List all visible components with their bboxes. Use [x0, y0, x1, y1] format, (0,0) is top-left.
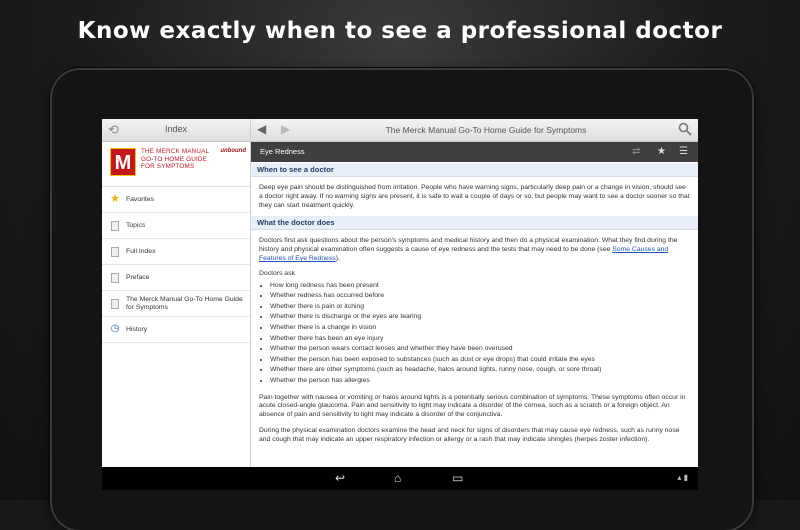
sort-list-icon[interactable]: ☰: [679, 146, 688, 157]
book-title: The Merck Manual Go-To Home Guide for Sy…: [385, 125, 587, 135]
recent-apps-icon[interactable]: ▭: [452, 471, 463, 485]
topic-title: Eye Redness: [260, 147, 305, 156]
when-paragraph: Deep eye pain should be distinguished fr…: [259, 184, 690, 209]
list-item: Whether there is pain or itching: [270, 302, 698, 313]
page-icon: [110, 297, 120, 309]
app-screen: ⟲ Index M THE MERCK MANUAL GO-TO HOME GU…: [102, 119, 698, 490]
index-title: Index: [164, 124, 188, 134]
page-icon: [110, 245, 120, 257]
back-nav-icon[interactable]: ↩: [335, 471, 345, 485]
brand-banner: M THE MERCK MANUAL GO-TO HOME GUIDE FOR …: [102, 142, 250, 187]
section-heading-what: What the doctor does: [251, 216, 698, 231]
publisher-logo: unbound: [220, 148, 246, 154]
brand-text: THE MERCK MANUAL GO-TO HOME GUIDE FOR SY…: [141, 148, 210, 171]
list-item: Whether redness has occurred before: [270, 291, 698, 302]
nav-item-history[interactable]: ◷ History: [102, 317, 250, 343]
forward-arrow-icon[interactable]: ▶: [281, 122, 290, 136]
favorite-star-icon[interactable]: ★: [657, 146, 666, 157]
doctors-ask-label: Doctors ask: [259, 269, 295, 277]
system-nav-bar: ↩ ⌂ ▭ ▴ ▮: [102, 467, 698, 490]
what-text-end: ).: [335, 254, 340, 262]
list-item: Whether there is a change in vision: [270, 323, 698, 334]
index-pane: ⟲ Index M THE MERCK MANUAL GO-TO HOME GU…: [102, 119, 251, 467]
link-icon[interactable]: ⇄: [632, 146, 640, 157]
list-item: Whether there is discharge or the eyes a…: [270, 312, 698, 323]
page-icon: [110, 219, 120, 231]
nav-item-full-index[interactable]: Full Index: [102, 239, 250, 265]
nav-item-label: The Merck Manual Go-To Home Guide for Sy…: [126, 295, 243, 311]
questions-list: How long redness has been present Whethe…: [251, 281, 698, 387]
merck-logo: M: [110, 148, 136, 176]
content-header: ◀ ▶ The Merck Manual Go-To Home Guide fo…: [251, 119, 698, 142]
list-item: Whether there are other symptoms (such a…: [270, 365, 698, 376]
exam-paragraph: During the physical examination doctors …: [259, 426, 680, 443]
section-heading-when: When to see a doctor: [251, 163, 698, 177]
list-item: Whether there has been an eye injury: [270, 334, 698, 345]
home-nav-icon[interactable]: ⌂: [394, 471, 401, 485]
topic-bar: Eye Redness ⇄ ★ ☰: [251, 142, 698, 162]
what-paragraph: Doctors first ask questions about the pe…: [251, 237, 698, 263]
back-arrow-icon[interactable]: ◀: [257, 122, 266, 136]
nav-item-favorites[interactable]: ★ Favorites: [102, 187, 250, 213]
list-item: Whether the person has been exposed to s…: [270, 355, 698, 366]
star-icon: ★: [110, 193, 120, 205]
list-item: Whether the person wears contact lenses …: [270, 344, 698, 355]
nav-item-preface[interactable]: Preface: [102, 265, 250, 291]
nav-item-topics[interactable]: Topics: [102, 213, 250, 239]
index-header: ⟲ Index: [102, 119, 250, 142]
nav-item-label: Favorites: [126, 195, 154, 203]
nav-item-label: Preface: [126, 273, 150, 281]
search-icon[interactable]: [678, 122, 692, 136]
nav-item-home-guide[interactable]: The Merck Manual Go-To Home Guide for Sy…: [102, 291, 250, 317]
page-icon: [110, 271, 120, 283]
status-icons: ▴ ▮: [677, 473, 688, 482]
headline: Know exactly when to see a professional …: [77, 18, 723, 44]
pain-paragraph: Pain together with nausea or vomiting or…: [259, 393, 686, 419]
nav-item-label: History: [126, 325, 148, 333]
content-pane: ◀ ▶ The Merck Manual Go-To Home Guide fo…: [251, 119, 698, 467]
nav-item-label: Topics: [126, 221, 146, 229]
article-content: When to see a doctor Deep eye pain shoul…: [251, 162, 698, 468]
nav-item-label: Full Index: [126, 247, 156, 255]
list-item: Whether the person has allergies: [270, 376, 698, 387]
clock-icon: ◷: [110, 323, 120, 334]
list-item: How long redness has been present: [270, 281, 698, 292]
